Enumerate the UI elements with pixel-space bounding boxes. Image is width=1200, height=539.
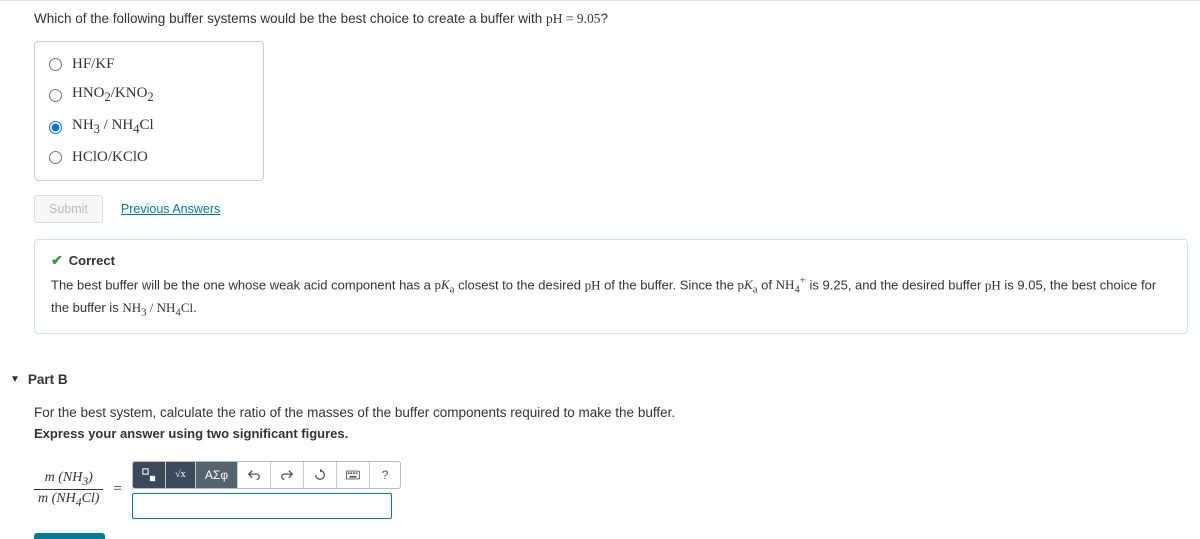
undo-button[interactable] [238,462,271,488]
feedback-body: The best buffer will be the one whose we… [51,273,1171,321]
choice-label: HNO2/KNO2 [72,85,154,105]
choice-row[interactable]: HF/KF [45,50,245,79]
caret-down-icon: ▼ [10,374,20,385]
choice-label: NH3 / NH4Cl [72,117,154,137]
choice-label: HF/KF [72,56,115,73]
templates-icon [142,468,156,482]
help-button[interactable]: ? [370,462,400,488]
answer-choices: HF/KF HNO2/KNO2 NH3 / NH4Cl HClO/KClO [34,41,264,181]
redo-icon [280,468,294,482]
part-b-header[interactable]: ▼ Part B [0,354,1200,405]
reset-button[interactable] [304,462,337,488]
equation-toolbar: √x ΑΣφ ? [132,461,401,489]
templates-button[interactable] [133,462,166,488]
submit-button-part-a[interactable]: Submit [34,195,103,223]
question-equation: pH = 9.05 [546,11,601,26]
choice-radio[interactable] [49,89,62,102]
x-root-button[interactable]: √x [166,462,196,488]
part-b-prompt: For the best system, calculate the ratio… [34,405,1200,420]
reset-icon [313,468,327,482]
part-b-instruction: Express your answer using two significan… [34,426,1200,441]
choice-radio[interactable] [49,121,62,134]
choice-radio[interactable] [49,151,62,164]
keyboard-button[interactable] [337,462,370,488]
feedback-correct: ✔ Correct The best buffer will be the on… [34,239,1188,334]
choice-row[interactable]: HNO2/KNO2 [45,79,245,111]
check-icon: ✔ [51,252,63,269]
keyboard-icon [346,468,360,482]
choice-row[interactable]: HClO/KClO [45,143,245,172]
equals-sign: = [113,481,121,498]
greek-button[interactable]: ΑΣφ [196,462,238,488]
choice-row[interactable]: NH3 / NH4Cl [45,111,245,143]
choice-radio[interactable] [49,58,62,71]
answer-input[interactable] [132,493,392,519]
ratio-fraction: m (NH3) m (NH4Cl) [34,470,103,510]
feedback-title: Correct [69,253,115,268]
choice-label: HClO/KClO [72,149,148,166]
question-text: Which of the following buffer systems wo… [0,11,1200,41]
redo-button[interactable] [271,462,304,488]
submit-button-part-b[interactable]: Submit [34,533,105,539]
previous-answers-link[interactable]: Previous Answers [121,202,220,216]
undo-icon [247,468,261,482]
x-root-icon: √x [175,469,186,480]
